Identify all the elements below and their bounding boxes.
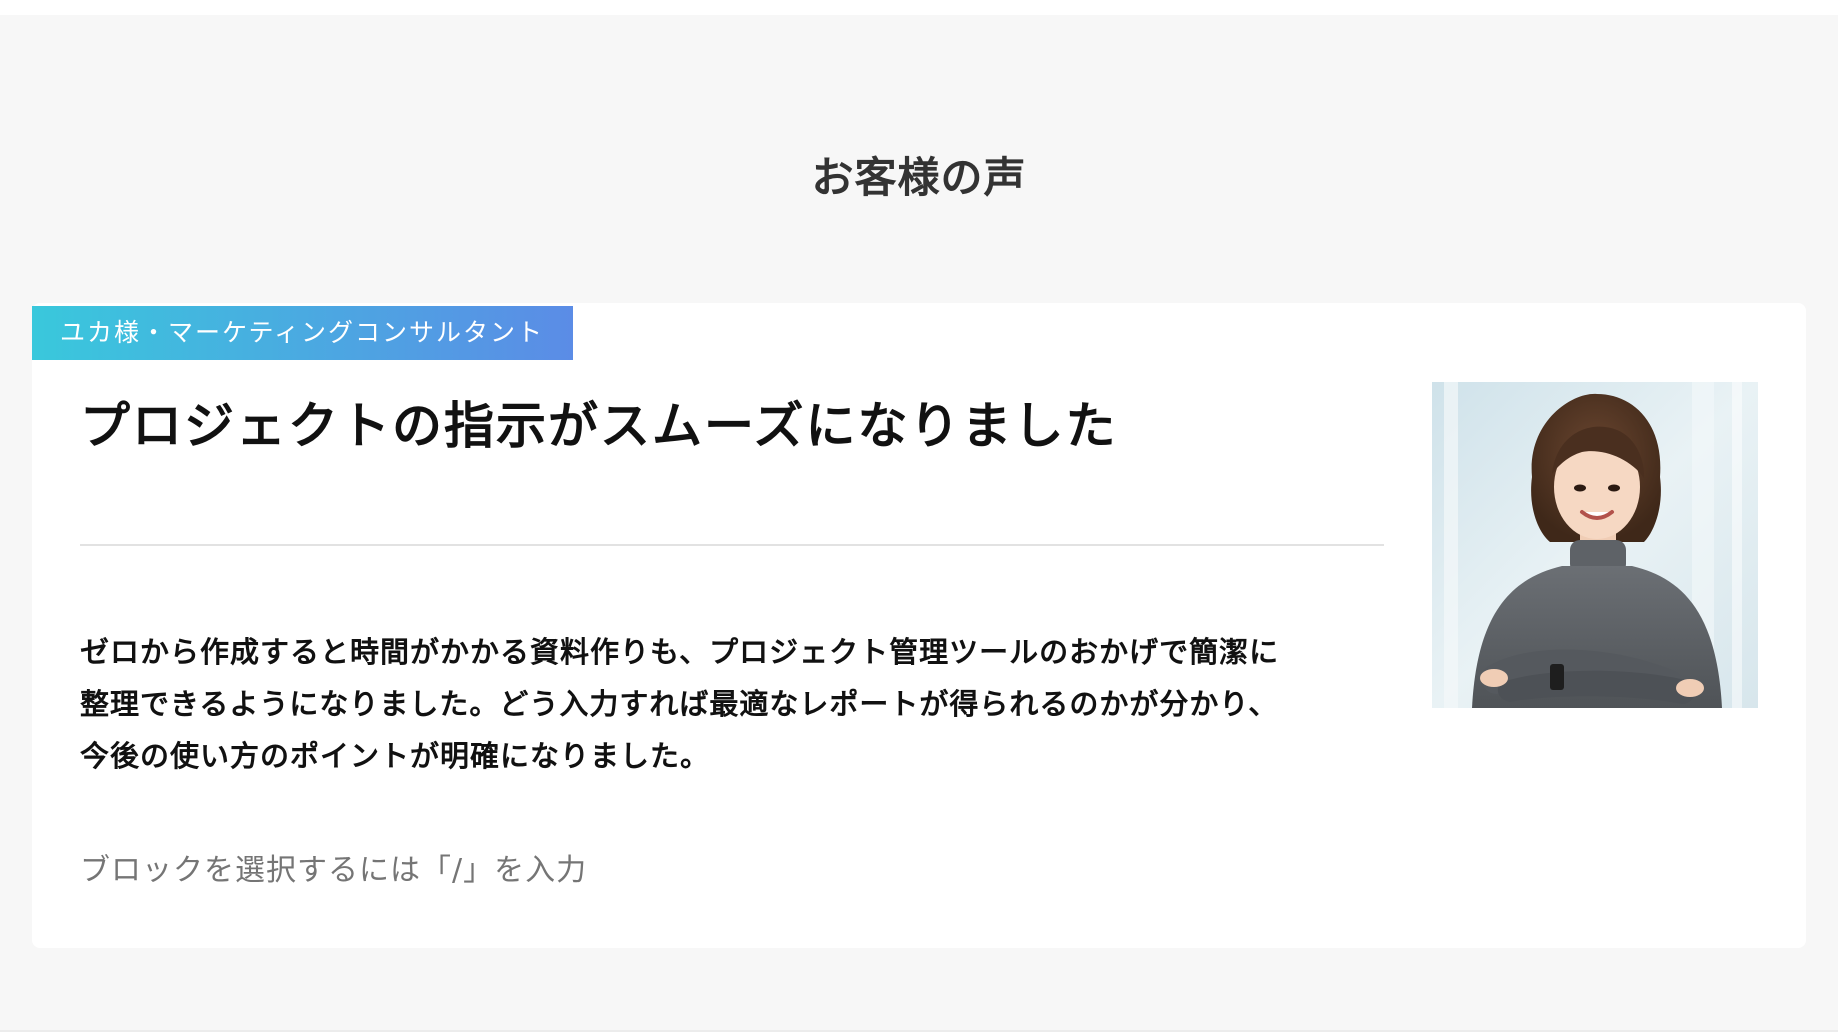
testimonial-body-line: ゼロから作成すると時間がかかる資料作りも、プロジェクト管理ツールのおかげで簡潔に xyxy=(80,635,1280,669)
customer-tag: ユカ様・マーケティングコンサルタント xyxy=(32,306,573,360)
portrait-photo-icon xyxy=(1432,382,1758,708)
testimonial-body-line: 整理できるようになりました。どう入力すれば最適なレポートが得られるのかが分かり、 xyxy=(80,687,1279,721)
testimonial-body[interactable]: ゼロから作成すると時間がかかる資料作りも、プロジェクト管理ツールのおかげで簡潔に… xyxy=(80,626,1400,782)
section-title: お客様の声 xyxy=(811,153,1027,202)
testimonial-headline[interactable]: プロジェクトの指示がスムーズになりました xyxy=(80,393,1380,459)
divider xyxy=(80,544,1384,546)
customer-photo[interactable] xyxy=(1432,382,1758,708)
block-placeholder[interactable]: ブロックを選択するには「/」を入力 xyxy=(80,848,587,894)
testimonial-body-line: 今後の使い方のポイントが明確になりました。 xyxy=(80,739,711,773)
